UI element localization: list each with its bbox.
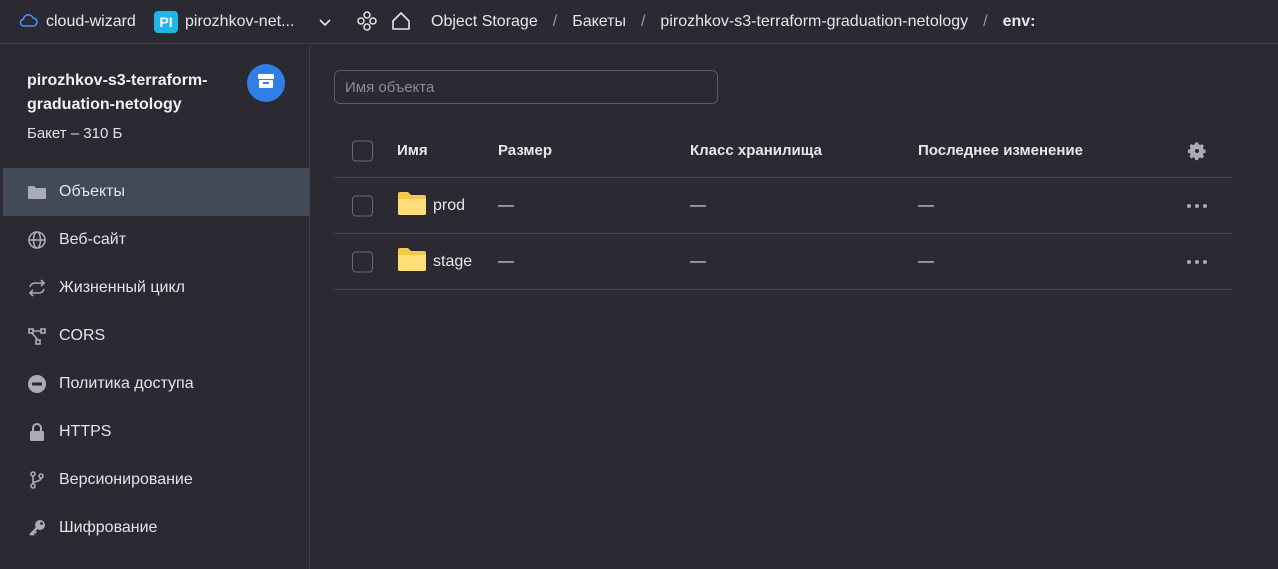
breadcrumb-bucket[interactable]: pirozhkov-s3-terraform-graduation-netolo… bbox=[660, 13, 968, 31]
column-header-size[interactable]: Размер bbox=[498, 124, 552, 177]
sidebar-item-label: Шифрование bbox=[59, 519, 158, 536]
top-bar: cloud-wizard PI pirozhkov-net... Object … bbox=[0, 0, 1278, 44]
object-name-cell[interactable]: prod bbox=[397, 178, 465, 233]
object-name: stage bbox=[433, 252, 473, 270]
lock-icon bbox=[27, 422, 47, 442]
breadcrumb: Object Storage / Бакеты / pirozhkov-s3-t… bbox=[431, 0, 1035, 44]
folder-badge: PI bbox=[154, 11, 178, 33]
branch-icon bbox=[27, 470, 47, 490]
sidebar-item-access-policy[interactable]: Политика доступа bbox=[3, 360, 309, 408]
object-size: — bbox=[498, 252, 514, 270]
table-row[interactable]: prod — — — bbox=[334, 178, 1233, 234]
bucket-subtitle: Бакет – 310 Б bbox=[27, 125, 123, 142]
breadcrumb-buckets[interactable]: Бакеты bbox=[572, 13, 626, 31]
bucket-icon bbox=[257, 73, 275, 93]
sidebar: pirozhkov-s3-terraform-graduation-netolo… bbox=[0, 45, 310, 569]
breadcrumb-current: env: bbox=[1002, 13, 1036, 30]
breadcrumb-separator: / bbox=[640, 13, 646, 30]
object-size: — bbox=[498, 196, 514, 214]
more-icon[interactable] bbox=[1186, 178, 1208, 233]
folder-icon bbox=[397, 246, 427, 277]
object-name: prod bbox=[433, 196, 466, 214]
sidebar-item-encryption[interactable]: Шифрование bbox=[3, 504, 309, 552]
sidebar-item-label: Веб-сайт bbox=[59, 231, 127, 248]
sidebar-item-label: HTTPS bbox=[59, 423, 112, 440]
folder-name: pirozhkov-net... bbox=[185, 13, 295, 30]
breadcrumb-object-storage[interactable]: Object Storage bbox=[431, 13, 538, 31]
column-header-name[interactable]: Имя bbox=[397, 124, 428, 177]
sidebar-item-versioning[interactable]: Версионирование bbox=[3, 456, 309, 504]
folder-selector[interactable]: PI pirozhkov-net... bbox=[154, 10, 294, 34]
object-storage-class: — bbox=[690, 252, 706, 270]
sidebar-item-lifecycle[interactable]: Жизненный цикл bbox=[3, 264, 309, 312]
services-icon[interactable] bbox=[356, 10, 378, 32]
column-header-modified[interactable]: Последнее изменение bbox=[918, 124, 1083, 177]
search-input[interactable] bbox=[334, 70, 718, 104]
sidebar-item-label: Жизненный цикл bbox=[59, 279, 185, 296]
object-modified: — bbox=[918, 252, 934, 270]
home-icon[interactable] bbox=[390, 10, 412, 32]
no-entry-icon bbox=[27, 374, 47, 394]
sidebar-item-label: CORS bbox=[59, 327, 106, 344]
sidebar-item-label: Объекты bbox=[59, 183, 125, 200]
cloud-selector[interactable]: cloud-wizard bbox=[18, 11, 136, 33]
sidebar-item-objects[interactable]: Объекты bbox=[3, 168, 309, 216]
folder-icon bbox=[397, 190, 427, 221]
sidebar-item-label: Политика доступа bbox=[59, 375, 194, 392]
column-header-storage-class[interactable]: Класс хранилища bbox=[690, 124, 822, 177]
cycle-icon bbox=[27, 278, 47, 298]
sidebar-item-website[interactable]: Веб-сайт bbox=[3, 216, 309, 264]
sidebar-item-https[interactable]: HTTPS bbox=[3, 408, 309, 456]
object-name-cell[interactable]: stage bbox=[397, 234, 472, 289]
sidebar-nav: Объекты Веб-сайт Жизненный цикл CORS Пол… bbox=[3, 168, 309, 552]
gear-icon[interactable] bbox=[1186, 124, 1208, 177]
select-all-checkbox[interactable] bbox=[352, 140, 373, 161]
cloud-name: cloud-wizard bbox=[46, 13, 136, 30]
more-icon[interactable] bbox=[1186, 234, 1208, 289]
object-storage-class: — bbox=[690, 196, 706, 214]
breadcrumb-separator: / bbox=[983, 13, 988, 30]
sidebar-item-label: Версионирование bbox=[59, 471, 193, 488]
sidebar-item-cors[interactable]: CORS bbox=[3, 312, 309, 360]
cloud-icon bbox=[18, 12, 38, 32]
globe-icon bbox=[27, 230, 47, 250]
folder-icon bbox=[27, 182, 47, 202]
bucket-icon-button[interactable] bbox=[247, 64, 285, 102]
breadcrumb-separator: / bbox=[552, 13, 558, 30]
table-row[interactable]: stage — — — bbox=[334, 234, 1233, 290]
row-checkbox[interactable] bbox=[352, 251, 373, 272]
objects-table: Имя Размер Класс хранилища Последнее изм… bbox=[334, 124, 1233, 290]
bucket-title: pirozhkov-s3-terraform-graduation-netolo… bbox=[27, 72, 208, 113]
key-icon bbox=[27, 518, 47, 538]
chevron-down-icon[interactable] bbox=[316, 13, 334, 31]
cors-icon bbox=[27, 326, 47, 346]
object-modified: — bbox=[918, 196, 934, 214]
table-header: Имя Размер Класс хранилища Последнее изм… bbox=[334, 124, 1233, 178]
row-checkbox[interactable] bbox=[352, 195, 373, 216]
